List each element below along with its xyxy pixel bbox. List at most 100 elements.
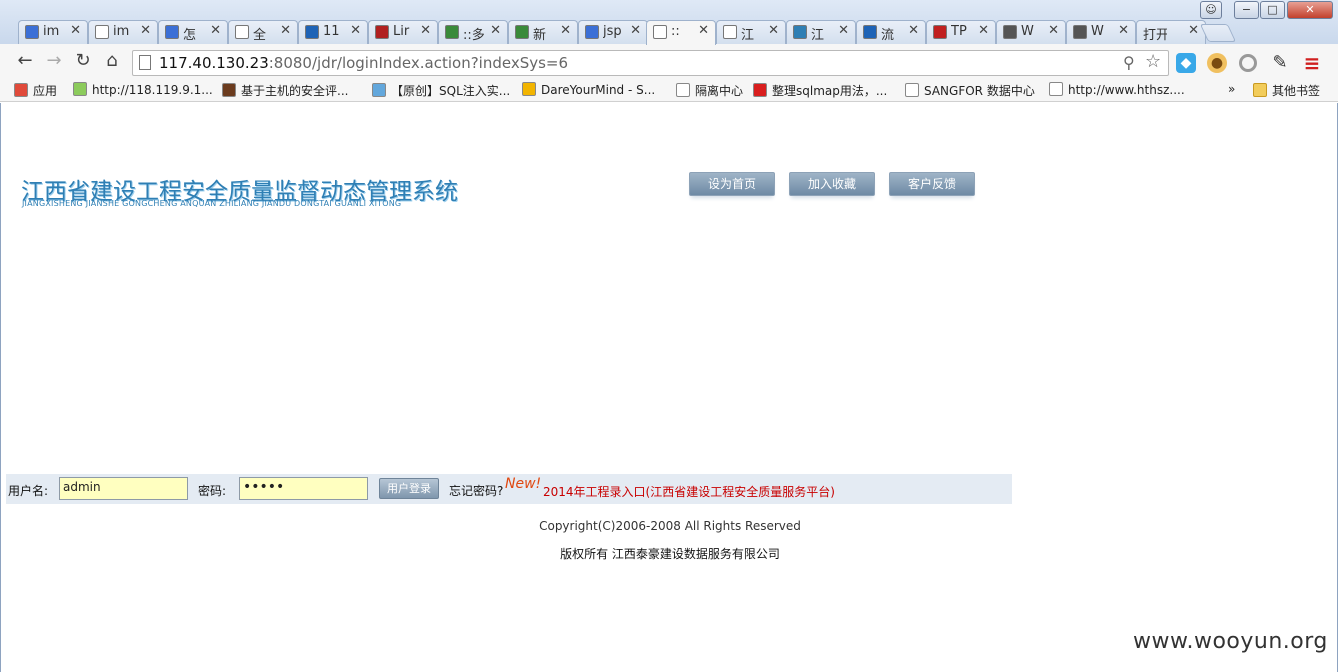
close-tab-icon[interactable]: ✕ [350,23,361,38]
profile-icon[interactable]: ☺ [1200,1,1222,19]
key-icon[interactable]: ⚲ [1123,53,1135,72]
browser-window: im ✕ im ✕ 怎 ✕ 全 ✕ 11 ✕ Lir ✕::多 ✕ 新 ✕ jsp ✕:: ✕ 江 ✕ 江 ✕ 流 ✕ TP ✕ W… [0,0,1338,672]
tab-11[interactable]: 江 ✕ [786,20,856,44]
bookmark-label: 基于主机的安全评... [241,84,349,98]
close-tab-icon[interactable]: ✕ [908,23,919,38]
tab-3[interactable]: 全 ✕ [228,20,298,44]
bookmark-label: 【原创】SQL注入实... [391,84,511,98]
url-text[interactable]: 117.40.130.23:8080/jdr/loginIndex.action… [159,54,568,72]
close-tab-icon[interactable]: ✕ [1118,23,1129,38]
tab-16[interactable]: 打开 ✕ [1136,20,1206,44]
close-tab-icon[interactable]: ✕ [1048,23,1059,38]
close-tab-icon[interactable]: ✕ [1188,23,1199,38]
page-icon [905,83,919,97]
tab-label: 流 [881,28,895,43]
bookmark-label: 隔离中心 [695,84,744,98]
tab-9[interactable]: :: ✕ [646,20,716,45]
bookmark-item[interactable]: 整理sqlmap用法，... [753,82,887,99]
bookmark-item[interactable]: 应用 [14,82,57,99]
close-tab-icon[interactable]: ✕ [420,23,431,38]
set-homepage-button[interactable]: 设为首页 [689,172,775,196]
bookmark-item[interactable]: http://118.119.9.1... [73,82,213,97]
circle-icon[interactable] [1239,54,1257,72]
bookmark-label: 整理sqlmap用法，... [772,84,888,98]
minimize-button[interactable]: − [1234,1,1259,19]
bookmark-item[interactable]: 基于主机的安全评... [222,82,348,99]
book-icon [222,83,236,97]
tab-label: jsp [603,24,622,39]
other-bookmarks-folder[interactable]: 其他书签 [1253,82,1320,99]
add-favorite-button[interactable]: 加入收藏 [789,172,875,196]
radiation-icon [522,82,536,96]
tab-10[interactable]: 江 ✕ [716,20,786,44]
forward-button[interactable]: → [43,50,65,72]
tab-label: 11 [323,24,340,39]
back-button[interactable]: ← [14,50,36,72]
page-icon [1049,82,1063,96]
close-tab-icon[interactable]: ✕ [838,23,849,38]
bookmark-item[interactable]: 【原创】SQL注入实... [372,82,510,99]
tab-label: 打开 [1143,28,1167,43]
close-tab-icon[interactable]: ✕ [768,23,779,38]
tab-15[interactable]: W ✕ [1066,20,1136,44]
project-entry-link[interactable]: 2014年工程录入口(江西省建设工程安全质量服务平台) [543,483,835,500]
tab-7[interactable]: 新 ✕ [508,20,578,44]
tab-2[interactable]: 怎 ✕ [158,20,228,44]
logo-icon [793,25,807,39]
tab-6[interactable]: ::多 ✕ [438,20,508,44]
address-bar[interactable]: 117.40.130.23:8080/jdr/loginIndex.action… [132,50,1169,76]
tab-label: im [43,24,60,39]
apps-grid-icon [14,83,28,97]
close-tab-icon[interactable]: ✕ [210,23,221,38]
close-tab-icon[interactable]: ✕ [560,23,571,38]
close-tab-icon[interactable]: ✕ [630,23,641,38]
close-window-button[interactable]: ✕ [1287,1,1333,19]
close-tab-icon[interactable]: ✕ [490,23,501,38]
close-tab-icon[interactable]: ✕ [978,23,989,38]
tab-14[interactable]: W ✕ [996,20,1066,44]
close-tab-icon[interactable]: ✕ [280,23,291,38]
tab-4[interactable]: 11 ✕ [298,20,368,44]
page-icon [676,83,690,97]
forgot-password-link[interactable]: 忘记密码? [449,482,503,499]
tab-0[interactable]: im ✕ [18,20,88,44]
leaf-icon [515,25,529,39]
paw-icon [585,25,599,39]
tab-8[interactable]: jsp ✕ [578,20,648,44]
close-tab-icon[interactable]: ✕ [698,23,709,38]
username-input[interactable]: admin [59,477,188,500]
tab-13[interactable]: TP ✕ [926,20,996,44]
bookmark-star-icon[interactable]: ☆ [1145,51,1161,72]
bookmark-item[interactable]: 隔离中心 [676,82,743,99]
password-input[interactable]: ••••• [239,477,368,500]
url-host: 117.40.130.23 [159,54,269,72]
reload-button[interactable]: ↻ [72,50,94,72]
tab-12[interactable]: 流 ✕ [856,20,926,44]
cookie-icon[interactable]: ● [1207,53,1227,73]
copyright-text: Copyright(C)2006-2008 All Rights Reserve… [539,519,801,533]
tab-1[interactable]: im ✕ [88,20,158,44]
tab-5[interactable]: Lir ✕ [368,20,438,44]
feedback-button[interactable]: 客户反馈 [889,172,975,196]
bookmark-label: http://www.hthsz.... [1068,83,1185,97]
paw-icon [25,25,39,39]
extension-icon[interactable]: ◆ [1176,53,1196,73]
tab-label: im [113,24,130,39]
bookmark-item[interactable]: http://www.hthsz.... [1049,82,1185,97]
maximize-button[interactable]: □ [1260,1,1285,19]
login-button[interactable]: 用户登录 [379,478,439,499]
close-tab-icon[interactable]: ✕ [140,23,151,38]
paw-icon [165,25,179,39]
login-bar: 用户名: admin 密码: ••••• 用户登录 忘记密码? New! 201… [6,474,1012,504]
page-icon [235,25,249,39]
home-button[interactable]: ⌂ [101,50,123,72]
bookmarks-overflow-button[interactable]: » [1228,82,1235,96]
page-icon [139,55,151,70]
password-label: 密码: [198,484,227,498]
system-subtitle: JIANGXISHENG JIANSHE GONGCHENG ANQUAN ZH… [22,199,402,208]
bookmark-item[interactable]: SANGFOR 数据中心 [905,82,1035,99]
close-tab-icon[interactable]: ✕ [70,23,81,38]
menu-icon[interactable]: ≡ [1302,53,1322,73]
bookmark-item[interactable]: DareYourMind - S... [522,82,655,97]
pencil-icon[interactable]: ✎ [1270,53,1290,73]
